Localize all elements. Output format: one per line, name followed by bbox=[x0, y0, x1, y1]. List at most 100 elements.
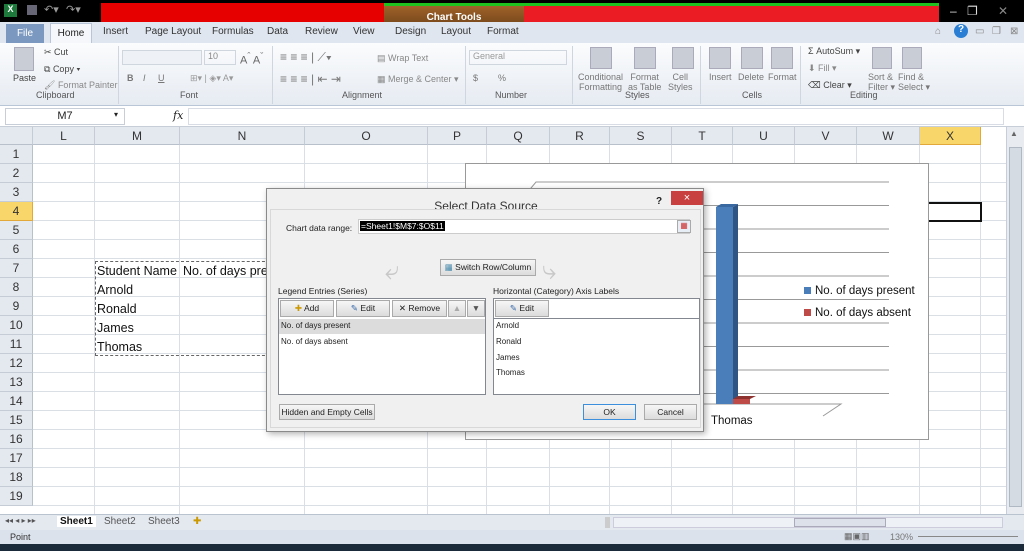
move-up-button[interactable]: ▲ bbox=[448, 300, 466, 317]
bold-button[interactable]: B bbox=[127, 73, 134, 83]
cancel-button[interactable]: Cancel bbox=[644, 404, 697, 420]
series-list[interactable]: ✚ Add ✎ Edit ✕ Remove ▲ ▼ No. of days pr… bbox=[278, 298, 486, 395]
tab-file[interactable]: File bbox=[6, 24, 44, 43]
category-item[interactable]: Thomas bbox=[496, 368, 525, 377]
row-header-18[interactable]: 18 bbox=[0, 468, 33, 487]
undo-icon[interactable]: ↶▾ bbox=[44, 3, 59, 16]
tab-layout[interactable]: Layout bbox=[441, 26, 471, 37]
paste-button[interactable]: Paste bbox=[13, 73, 36, 83]
conditional-formatting-button[interactable]: Conditional Formatting bbox=[578, 72, 623, 92]
restore-icon[interactable]: ❐ bbox=[967, 4, 978, 18]
row-header-8[interactable]: 8 bbox=[0, 278, 33, 297]
column-header-m[interactable]: M bbox=[95, 127, 180, 145]
vertical-scrollbar[interactable]: ▲ bbox=[1006, 127, 1024, 514]
zoom-level[interactable]: 130% bbox=[890, 532, 913, 542]
sheet-tab-sheet3[interactable]: Sheet3 bbox=[148, 516, 180, 527]
workbook-minimize-icon[interactable]: ▭ bbox=[975, 26, 984, 37]
tab-format[interactable]: Format bbox=[487, 26, 519, 37]
align-top-icon[interactable]: ≡ ≡ ≡ | ⟋▾ bbox=[280, 50, 332, 65]
underline-button[interactable]: U bbox=[158, 73, 165, 83]
delete-cells-button[interactable]: Delete bbox=[738, 72, 764, 82]
row-header-5[interactable]: 5 bbox=[0, 221, 33, 240]
workbook-restore-icon[interactable]: ❐ bbox=[992, 26, 1001, 37]
sheet-nav-icons[interactable]: ◂◂ ◂ ▸ ▸▸ bbox=[5, 516, 36, 525]
column-header-t[interactable]: T bbox=[672, 127, 733, 145]
row-header-13[interactable]: 13 bbox=[0, 373, 33, 392]
column-header-s[interactable]: S bbox=[610, 127, 672, 145]
format-cells-icon[interactable] bbox=[771, 47, 793, 69]
row-header-19[interactable]: 19 bbox=[0, 487, 33, 506]
tab-insert[interactable]: Insert bbox=[103, 26, 128, 37]
cell-styles-icon[interactable] bbox=[672, 47, 694, 69]
column-header-n[interactable]: N bbox=[180, 127, 305, 145]
category-item[interactable]: Arnold bbox=[496, 321, 519, 330]
minimize-icon[interactable]: – bbox=[950, 4, 957, 18]
scroll-thumb[interactable] bbox=[1009, 147, 1022, 507]
column-header-r[interactable]: R bbox=[550, 127, 610, 145]
font-size-select[interactable]: 10 bbox=[204, 50, 236, 65]
tab-data[interactable]: Data bbox=[267, 26, 288, 37]
close-icon[interactable]: ✕ bbox=[998, 4, 1008, 18]
row-header-15[interactable]: 15 bbox=[0, 411, 33, 430]
chart-range-input[interactable]: =Sheet1!$M$7:$O$11 bbox=[358, 219, 690, 234]
tab-formulas[interactable]: Formulas bbox=[212, 26, 254, 37]
conditional-formatting-icon[interactable] bbox=[590, 47, 612, 69]
row-header-9[interactable]: 9 bbox=[0, 297, 33, 316]
sheet-tab-sheet1[interactable]: Sheet1 bbox=[57, 516, 96, 527]
hidden-empty-cells-button[interactable]: Hidden and Empty Cells bbox=[279, 404, 375, 420]
binoculars-icon[interactable] bbox=[902, 47, 922, 69]
help-button[interactable]: ? bbox=[656, 196, 662, 207]
format-cells-button[interactable]: Format bbox=[768, 72, 797, 82]
category-item[interactable]: James bbox=[496, 353, 520, 362]
fill-button[interactable]: ⬇ Fill ▾ bbox=[808, 63, 837, 74]
column-header-q[interactable]: Q bbox=[487, 127, 550, 145]
add-series-button[interactable]: ✚ Add bbox=[280, 300, 334, 317]
scroll-thumb[interactable] bbox=[794, 518, 886, 527]
series-item[interactable]: No. of days present bbox=[281, 321, 350, 330]
remove-series-button[interactable]: ✕ Remove bbox=[392, 300, 447, 317]
switch-row-column-button[interactable]: ▦ Switch Row/Column bbox=[440, 259, 536, 276]
dialog-close-button[interactable]: × bbox=[671, 191, 703, 205]
help-icon[interactable]: ? bbox=[954, 24, 968, 38]
percent-button[interactable]: % bbox=[498, 73, 506, 83]
workbook-close-icon[interactable]: ⊠ bbox=[1010, 26, 1018, 37]
tab-split-handle[interactable] bbox=[605, 517, 610, 528]
tab-view[interactable]: View bbox=[353, 26, 375, 37]
column-header-w[interactable]: W bbox=[857, 127, 920, 145]
row-header-6[interactable]: 6 bbox=[0, 240, 33, 259]
borders-icon[interactable]: ⊞▾ | ◈▾ A▾ bbox=[190, 73, 233, 84]
minimize-ribbon-icon[interactable]: ⌂ bbox=[935, 26, 941, 37]
insert-function-button[interactable]: fx bbox=[173, 109, 183, 122]
number-format-select[interactable]: General bbox=[469, 50, 567, 65]
insert-cells-icon[interactable] bbox=[709, 47, 731, 69]
row-header-2[interactable]: 2 bbox=[0, 164, 33, 183]
name-box-dropdown-icon[interactable]: ▾ bbox=[114, 110, 118, 119]
edit-series-button[interactable]: ✎ Edit bbox=[336, 300, 390, 317]
cell-m10[interactable]: James bbox=[97, 321, 134, 335]
row-header-3[interactable]: 3 bbox=[0, 183, 33, 202]
row-header-17[interactable]: 17 bbox=[0, 449, 33, 468]
font-name-select[interactable] bbox=[122, 50, 202, 65]
row-header-12[interactable]: 12 bbox=[0, 354, 33, 373]
category-item[interactable]: Ronald bbox=[496, 337, 521, 346]
clear-button[interactable]: ⌫ Clear ▾ bbox=[808, 80, 852, 91]
cell-m8[interactable]: Arnold bbox=[97, 283, 133, 297]
ok-button[interactable]: OK bbox=[583, 404, 636, 420]
select-all-corner[interactable] bbox=[0, 127, 33, 145]
row-header-10[interactable]: 10 bbox=[0, 316, 33, 335]
row-header-14[interactable]: 14 bbox=[0, 392, 33, 411]
cut-button[interactable]: ✂ Cut bbox=[44, 47, 68, 58]
column-header-o[interactable]: O bbox=[305, 127, 428, 145]
column-header-v[interactable]: V bbox=[795, 127, 857, 145]
sheet-tab-sheet2[interactable]: Sheet2 bbox=[104, 516, 136, 527]
row-header-1[interactable]: 1 bbox=[0, 145, 33, 164]
redo-icon[interactable]: ↷▾ bbox=[66, 3, 81, 16]
cell-m9[interactable]: Ronald bbox=[97, 302, 137, 316]
row-header-7[interactable]: 7 bbox=[0, 259, 33, 278]
wrap-text-button[interactable]: ▤ Wrap Text bbox=[377, 53, 428, 64]
tab-review[interactable]: Review bbox=[305, 26, 338, 37]
tab-page-layout[interactable]: Page Layout bbox=[145, 26, 201, 37]
column-header-x[interactable]: X bbox=[920, 127, 981, 145]
move-down-button[interactable]: ▼ bbox=[467, 300, 485, 317]
merge-center-button[interactable]: ▦ Merge & Center ▾ bbox=[377, 74, 459, 85]
